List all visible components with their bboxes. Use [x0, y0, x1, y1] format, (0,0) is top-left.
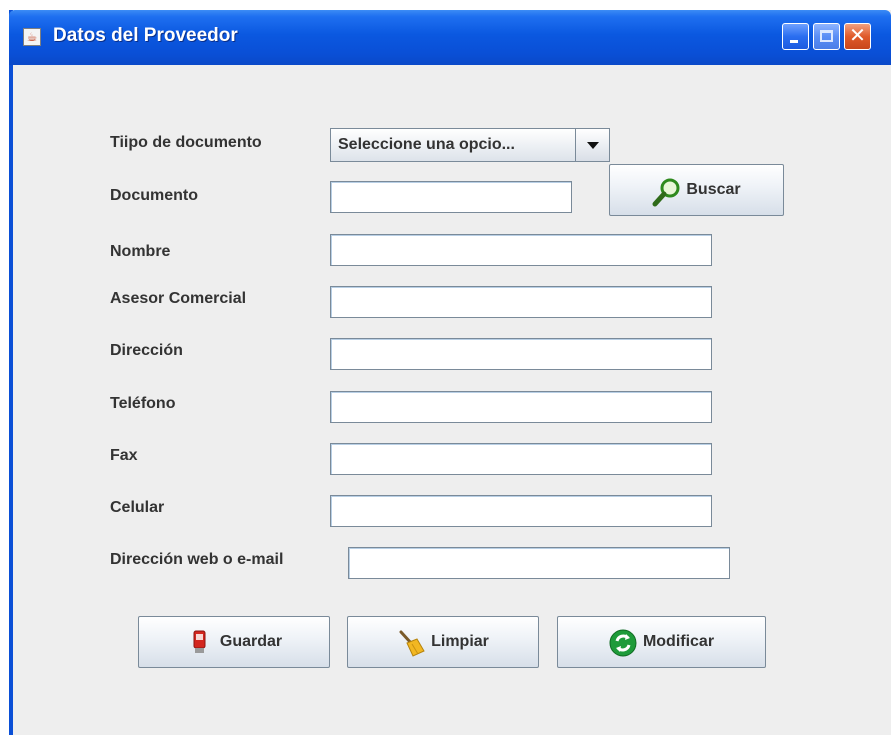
direccion-input[interactable]: [330, 338, 712, 370]
tipo-documento-label: Tiipo de documento: [110, 134, 262, 151]
telefono-input[interactable]: [330, 391, 712, 423]
fax-input[interactable]: [330, 443, 712, 475]
documento-label: Documento: [110, 187, 198, 204]
nombre-label: Nombre: [110, 243, 171, 260]
guardar-button[interactable]: Guardar: [138, 616, 330, 668]
maximize-button[interactable]: [813, 23, 840, 50]
close-button[interactable]: ✕: [844, 23, 871, 50]
limpiar-label: Limpiar: [431, 633, 489, 650]
buscar-label: Buscar: [686, 181, 741, 198]
documento-input[interactable]: [330, 181, 572, 213]
tipo-documento-value: Seleccione una opcio...: [338, 136, 515, 153]
asesor-input[interactable]: [330, 286, 712, 318]
save-icon: [186, 629, 212, 655]
java-app-icon: ☕: [23, 28, 41, 46]
fax-label: Fax: [110, 447, 138, 464]
minimize-icon: [783, 24, 808, 49]
title-bar[interactable]: ☕ Datos del Proveedor ✕: [9, 10, 891, 65]
celular-label: Celular: [110, 499, 165, 516]
nombre-input[interactable]: [330, 234, 712, 266]
refresh-icon: [609, 629, 637, 657]
guardar-label: Guardar: [219, 633, 283, 650]
telefono-label: Teléfono: [110, 395, 176, 412]
limpiar-button[interactable]: Limpiar: [347, 616, 539, 668]
maximize-icon: [814, 24, 839, 49]
close-icon: ✕: [849, 25, 866, 47]
chevron-down-icon: [587, 142, 599, 149]
direccion-label: Dirección: [110, 342, 183, 359]
magnifier-icon: [652, 177, 680, 207]
buscar-button[interactable]: Buscar: [609, 164, 784, 216]
web-label: Dirección web o e-mail: [110, 551, 284, 568]
minimize-button[interactable]: [782, 23, 809, 50]
tipo-documento-select[interactable]: Seleccione una opcio...: [330, 128, 610, 162]
broom-icon: [397, 629, 425, 657]
asesor-label: Asesor Comercial: [110, 290, 247, 307]
modificar-button[interactable]: Modificar: [557, 616, 766, 668]
dropdown-arrow-button[interactable]: [575, 129, 609, 161]
window-title: Datos del Proveedor: [53, 25, 238, 46]
modificar-label: Modificar: [642, 633, 715, 650]
celular-input[interactable]: [330, 495, 712, 527]
form-panel: Tiipo de documento Seleccione una opcio.…: [13, 65, 891, 735]
web-input[interactable]: [348, 547, 730, 579]
